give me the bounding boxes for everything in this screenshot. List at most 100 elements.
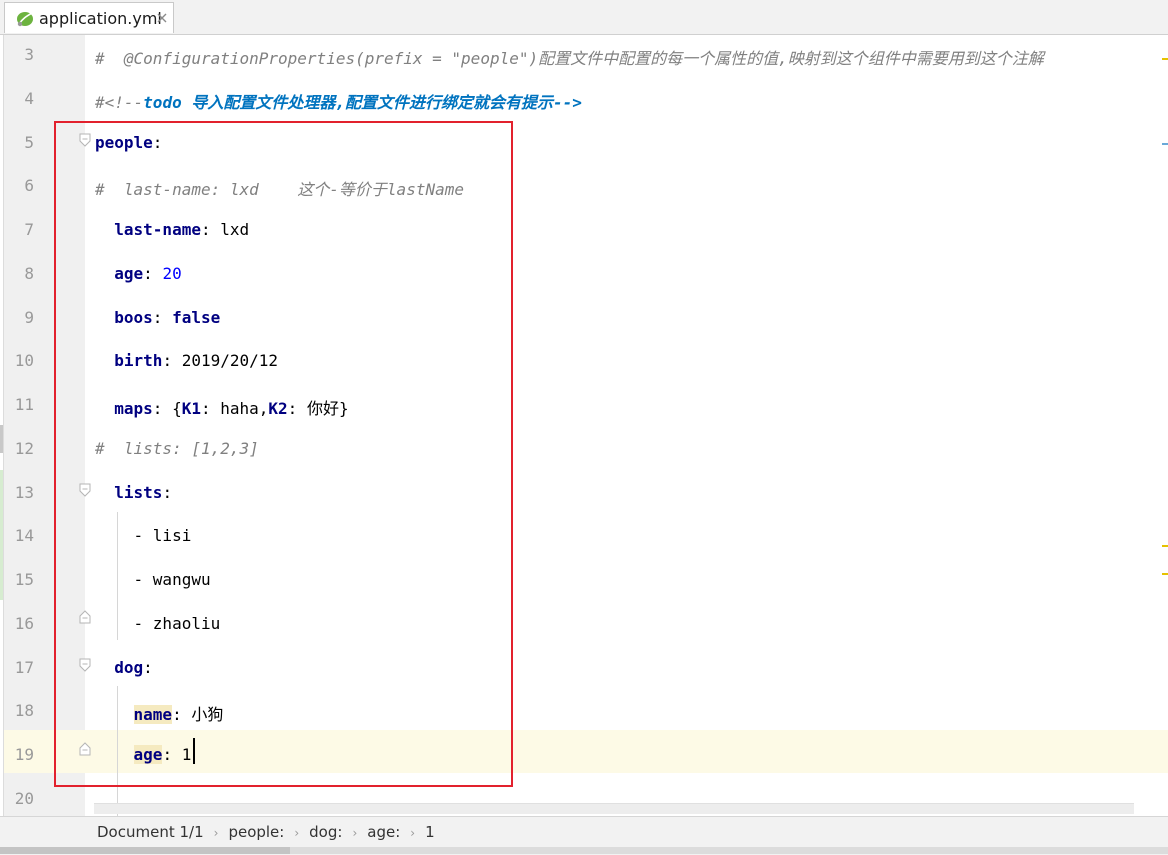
code-token: K1: [181, 399, 201, 418]
close-icon[interactable]: [155, 11, 169, 25]
code-token: : lxd: [200, 220, 250, 239]
code-line[interactable]: 19 age: 1: [4, 735, 1168, 779]
code-token: # last-name: lxd 这个-等价于lastName: [95, 180, 464, 200]
error-stripe-marker[interactable]: [1162, 58, 1168, 60]
line-number: 19: [14, 745, 34, 764]
line-number: 18: [14, 701, 34, 721]
breadcrumb-document[interactable]: Document 1/1: [97, 823, 204, 841]
code-line[interactable]: 11 maps: {K1: haha,K2: 你好}: [4, 385, 1168, 429]
chevron-right-icon: ›: [352, 826, 358, 840]
breadcrumb-age[interactable]: age:: [367, 823, 400, 841]
code-token: name: [133, 705, 173, 725]
code-token: 20: [162, 263, 182, 283]
code-text: - zhaoliu: [95, 613, 221, 633]
code-line[interactable]: 7 last-name: lxd: [4, 210, 1168, 254]
code-token: last-name: [114, 220, 201, 239]
line-number: 5: [24, 132, 34, 152]
line-number: 8: [24, 263, 34, 283]
code-token: birth: [114, 351, 163, 371]
code-text: - lisi: [95, 526, 192, 545]
horizontal-scrollbar[interactable]: [94, 803, 1134, 814]
code-token: :: [143, 657, 153, 677]
code-text: # @ConfigurationProperties(prefix = "peo…: [95, 45, 1044, 69]
code-token: :: [162, 482, 173, 502]
code-line[interactable]: 15 - wangwu: [4, 560, 1168, 604]
line-number: 12: [14, 438, 34, 458]
code-token: age: [133, 745, 163, 764]
code-line[interactable]: 3 # @ConfigurationProperties(prefix = "pe…: [4, 35, 1168, 79]
code-text: boos: false: [95, 308, 220, 327]
code-token: false: [172, 307, 221, 327]
code-line[interactable]: 9 boos: false: [4, 298, 1168, 342]
structure-strip-marker: [0, 470, 3, 600]
code-line[interactable]: 5 people:: [4, 123, 1168, 167]
line-number: 10: [14, 351, 34, 371]
tab-label: application.yml: [39, 9, 162, 28]
line-number: 14: [14, 526, 34, 546]
line-number: 9: [24, 307, 34, 327]
code-line[interactable]: 4 #<!--todo 导入配置文件处理器,配置文件进行绑定就会有提示-->: [4, 79, 1168, 123]
breadcrumb-dog[interactable]: dog:: [309, 823, 342, 841]
error-stripe-marker[interactable]: [1162, 143, 1168, 145]
chevron-right-icon: ›: [294, 826, 300, 840]
code-token: - wangwu: [95, 570, 211, 589]
chevron-right-icon: ›: [213, 826, 219, 840]
line-number: 15: [14, 570, 34, 589]
tab-application-yml[interactable]: application.yml: [4, 2, 174, 33]
code-token: # @ConfigurationProperties(prefix = "peo…: [95, 49, 1044, 68]
breadcrumb-people[interactable]: people:: [228, 823, 284, 841]
code-token: : haha,: [200, 399, 269, 418]
breadcrumb-value[interactable]: 1: [425, 823, 435, 841]
fold-close-icon[interactable]: [79, 610, 91, 624]
text-caret: [193, 738, 195, 764]
code-line[interactable]: 14 - lisi: [4, 516, 1168, 560]
code-token: : {: [152, 399, 182, 418]
error-stripe-marker[interactable]: [1162, 573, 1168, 575]
code-text: last-name: lxd: [95, 220, 249, 239]
code-text: maps: {K1: haha,K2: 你好}: [95, 395, 349, 419]
code-text: #<!--todo 导入配置文件处理器,配置文件进行绑定就会有提示-->: [95, 89, 582, 113]
editor-tab-bar: application.yml: [0, 0, 1168, 35]
code-line[interactable]: 13 lists:: [4, 473, 1168, 517]
code-line[interactable]: 12 # lists: [1,2,3]: [4, 429, 1168, 473]
fold-close-icon[interactable]: [79, 742, 91, 756]
code-token: dog: [114, 657, 144, 677]
code-line[interactable]: 10 birth: 2019/20/12: [4, 341, 1168, 385]
fold-open-icon[interactable]: [79, 483, 91, 497]
code-token: K2: [268, 399, 288, 418]
code-line[interactable]: 6 # last-name: lxd 这个-等价于lastName: [4, 166, 1168, 210]
error-stripe-marker[interactable]: [1162, 545, 1168, 547]
fold-open-icon[interactable]: [79, 133, 91, 147]
code-text: people:: [95, 133, 162, 152]
line-number: 4: [24, 88, 34, 108]
code-line[interactable]: 17 dog:: [4, 648, 1168, 692]
code-token: : 小狗: [172, 705, 224, 725]
code-token: maps: [114, 399, 153, 418]
code-token: : 你好}: [287, 399, 349, 418]
code-text: age: 20: [95, 263, 182, 283]
code-text: name: 小狗: [95, 701, 223, 725]
code-token: : 1: [162, 745, 192, 764]
code-text: birth: 2019/20/12: [95, 351, 278, 370]
code-text: # last-name: lxd 这个-等价于lastName: [95, 176, 464, 200]
status-strip-segment: [0, 847, 290, 854]
code-line[interactable]: 8 age: 20: [4, 254, 1168, 298]
code-token: - zhaoliu: [95, 613, 221, 633]
code-token: #<!--: [95, 92, 144, 112]
code-token: :: [143, 263, 163, 283]
code-line[interactable]: 16 - zhaoliu: [4, 604, 1168, 648]
structure-strip-marker: [0, 425, 3, 453]
code-line[interactable]: 18 name: 小狗: [4, 691, 1168, 735]
line-number: 20: [14, 788, 34, 808]
code-editor[interactable]: 3 # @ConfigurationProperties(prefix = "pe…: [4, 35, 1168, 808]
code-text: lists:: [95, 483, 172, 502]
code-token: lists: [114, 482, 163, 502]
fold-open-icon[interactable]: [79, 658, 91, 672]
code-token: todo 导入配置文件处理器,配置文件进行绑定就会有提示-->: [143, 92, 582, 112]
